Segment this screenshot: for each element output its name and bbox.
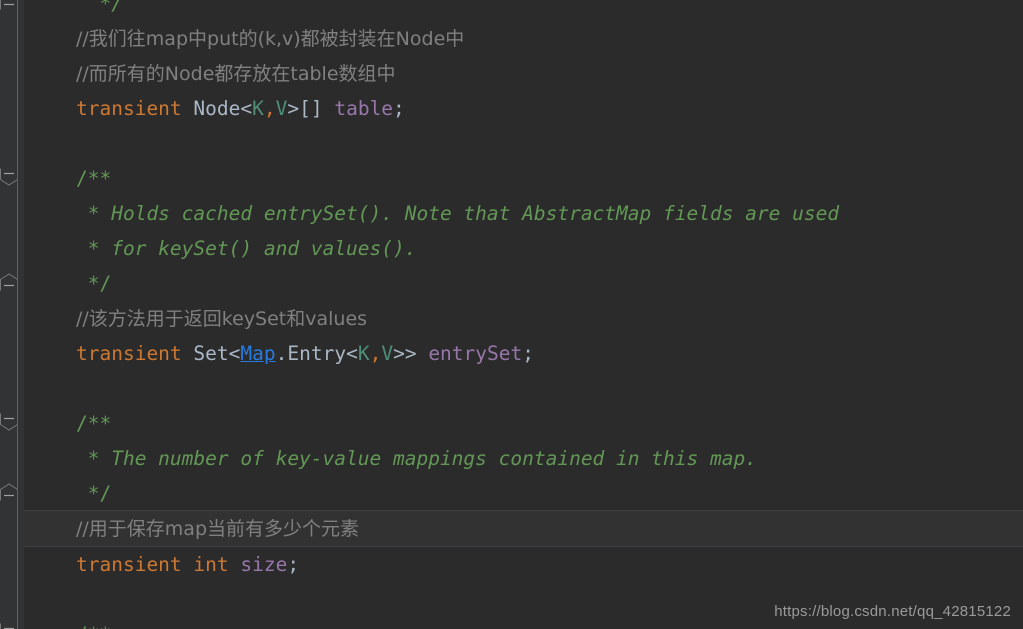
code-token: size	[240, 553, 288, 576]
code-token: transient	[76, 553, 182, 576]
code-line[interactable]	[24, 371, 76, 406]
code-line[interactable]: //而所有的Node都存放在table数组中	[24, 56, 396, 91]
code-token: //我们往map中put的(k,v)都被封装在Node中	[76, 28, 465, 50]
code-line[interactable]: //用于保存map当前有多少个元素	[24, 511, 359, 546]
fold-start-icon[interactable]	[0, 413, 18, 431]
code-token: */	[76, 482, 112, 505]
code-line[interactable]: //我们往map中put的(k,v)都被封装在Node中	[24, 21, 464, 56]
fold-end-icon[interactable]	[0, 0, 18, 10]
fold-end-icon[interactable]	[0, 273, 18, 291]
code-token-hyperlink[interactable]: Map	[240, 342, 275, 365]
gutter-divider	[17, 0, 18, 629]
code-token: .Entry	[275, 342, 347, 365]
code-token: transient	[76, 342, 182, 365]
code-line[interactable]: * The number of key-value mappings conta…	[24, 441, 757, 476]
code-token: //该方法用于返回keySet和values	[76, 308, 368, 330]
code-line[interactable]: transient Node<K,V>[] table;	[24, 91, 405, 126]
code-line[interactable]: /**	[24, 161, 111, 196]
code-content-area[interactable]: */ //我们往map中put的(k,v)都被封装在Node中 //而所有的Node…	[0, 0, 1023, 629]
code-token: int	[193, 553, 229, 576]
code-token: /**	[76, 167, 112, 190]
code-token: <	[240, 97, 253, 120]
code-line[interactable]: */	[24, 0, 123, 21]
code-token: >>	[393, 342, 429, 365]
code-token: <	[346, 342, 358, 365]
code-token: transient	[76, 97, 182, 120]
code-token: * for keySet() and values().	[76, 237, 417, 260]
code-token: Set	[181, 342, 229, 365]
code-token: ;	[522, 342, 534, 365]
code-line[interactable]	[24, 126, 76, 161]
code-token: //用于保存map当前有多少个元素	[76, 518, 360, 540]
fold-end-icon[interactable]	[0, 483, 18, 501]
watermark-url: https://blog.csdn.net/qq_42815122	[774, 603, 1011, 620]
code-token: /**	[76, 623, 111, 629]
code-token: table	[334, 97, 394, 120]
editor-gutter[interactable]	[0, 0, 24, 629]
code-line[interactable]: * for keySet() and values().	[24, 231, 417, 266]
code-token: */	[99, 0, 123, 15]
code-token: Node	[181, 97, 241, 120]
code-token: K	[252, 97, 264, 120]
code-token: ,	[369, 342, 382, 365]
code-token: */	[76, 272, 112, 295]
code-line[interactable]: /**	[24, 617, 111, 629]
code-token: ;	[393, 97, 405, 120]
code-line[interactable]: */	[24, 266, 112, 301]
code-token: entrySet	[428, 342, 523, 365]
fold-start-icon[interactable]	[0, 623, 18, 629]
code-line[interactable]: /**	[24, 406, 111, 441]
code-token: * Holds cached entrySet(). Note that Abs…	[76, 202, 840, 225]
code-token: //而所有的Node都存放在table数组中	[76, 63, 396, 85]
code-token: K	[357, 342, 370, 365]
code-token: <	[228, 342, 241, 365]
code-token: /**	[76, 412, 112, 435]
code-token: ,	[263, 97, 276, 120]
code-editor-view: */ //我们往map中put的(k,v)都被封装在Node中 //而所有的Node…	[0, 0, 1023, 629]
code-line[interactable]: transient int size;	[24, 547, 299, 582]
code-token: ;	[287, 553, 300, 576]
code-token: * The number of key-value mappings conta…	[76, 447, 757, 470]
code-line[interactable]: */	[24, 476, 112, 511]
code-token: >[]	[287, 97, 335, 120]
code-line[interactable]: transient Set<Map.Entry<K,V>> entrySet;	[24, 336, 534, 371]
code-token: V	[381, 342, 394, 365]
code-line[interactable]	[24, 582, 76, 617]
fold-start-icon[interactable]	[0, 168, 18, 186]
code-line[interactable]: * Holds cached entrySet(). Note that Abs…	[24, 196, 839, 231]
code-token: V	[275, 97, 288, 120]
code-line[interactable]: //该方法用于返回keySet和values	[24, 301, 367, 336]
